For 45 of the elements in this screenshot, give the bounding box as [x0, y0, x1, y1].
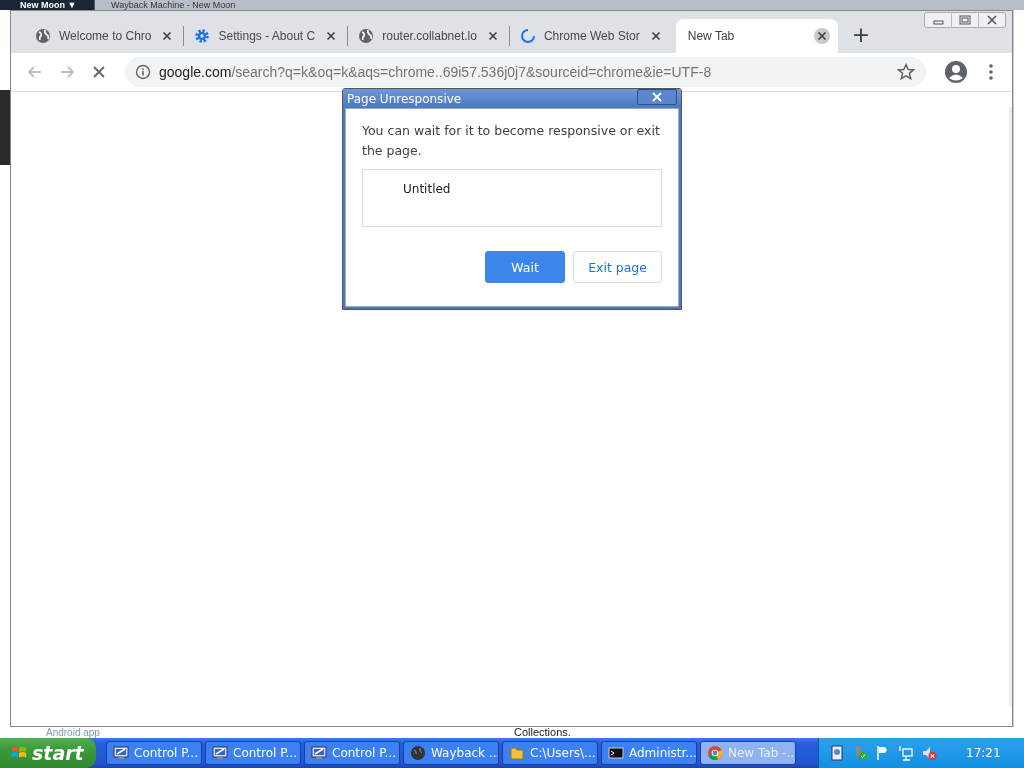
taskbar-button[interactable]: C:\Users\...: [502, 741, 598, 765]
close-button[interactable]: [637, 89, 677, 105]
url-text: google.com/search?q=k&oq=k&aqs=chrome..69i57.536j0j7&sourceid=chrome&ie=UTF-8: [159, 64, 713, 80]
new-tab-button[interactable]: +: [847, 24, 875, 46]
browser-icon: [707, 745, 723, 761]
monitor-icon: [311, 745, 327, 761]
link-text[interactable]: Android app: [46, 727, 100, 738]
browser-tab[interactable]: router.collabnet.lo: [348, 19, 509, 53]
dialog-title: Page Unresponsive: [347, 91, 462, 106]
taskbar-button[interactable]: Control P...: [106, 741, 202, 765]
menu-icon[interactable]: [988, 62, 994, 82]
info-icon[interactable]: [135, 64, 151, 80]
console-icon: [608, 745, 624, 761]
gear-icon: [194, 28, 211, 44]
muted-speaker-icon[interactable]: [921, 745, 937, 761]
window-controls[interactable]: [924, 12, 1006, 28]
list-item[interactable]: Untitled: [403, 182, 451, 196]
folder-icon: [509, 745, 525, 761]
page-text: Collections.: [514, 727, 571, 738]
close-icon[interactable]: [813, 28, 830, 44]
close-icon: [651, 92, 663, 102]
monitor-icon: [113, 745, 129, 761]
wait-button[interactable]: Wait: [485, 251, 566, 283]
browser-tab[interactable]: Welcome to Chro: [25, 19, 184, 53]
globe-icon: [358, 28, 375, 44]
taskbar-button[interactable]: Administr...: [601, 741, 697, 765]
start-button[interactable]: start: [0, 738, 96, 768]
taskbar-button[interactable]: Control P...: [304, 741, 400, 765]
taskbar-button[interactable]: Control P...: [205, 741, 301, 765]
star-icon[interactable]: [896, 62, 916, 82]
network-icon[interactable]: [898, 745, 914, 761]
window-title: Wayback Machine - New Moon: [110, 0, 236, 10]
dialog-message: You can wait for it to become responsive or exit the page.: [362, 122, 661, 160]
browser-tab[interactable]: Chrome Web Stor: [509, 19, 672, 53]
address-bar[interactable]: google.com/search?q=k&oq=k&aqs=chrome..69i57.536j0j7&sourceid=chrome&ie=UTF-8: [125, 57, 926, 87]
spinner-icon: [519, 28, 536, 44]
document-icon[interactable]: [829, 745, 845, 761]
clock: 17:21: [966, 746, 1001, 760]
browser-tab[interactable]: New Tab: [675, 19, 838, 53]
exit-page-button[interactable]: Exit page: [573, 251, 662, 283]
globe-icon: [35, 28, 51, 44]
monitor-icon: [212, 745, 228, 761]
profile-icon[interactable]: [944, 60, 968, 84]
browser-tab[interactable]: Settings - About C: [184, 19, 348, 53]
globe-icon: [410, 745, 426, 761]
